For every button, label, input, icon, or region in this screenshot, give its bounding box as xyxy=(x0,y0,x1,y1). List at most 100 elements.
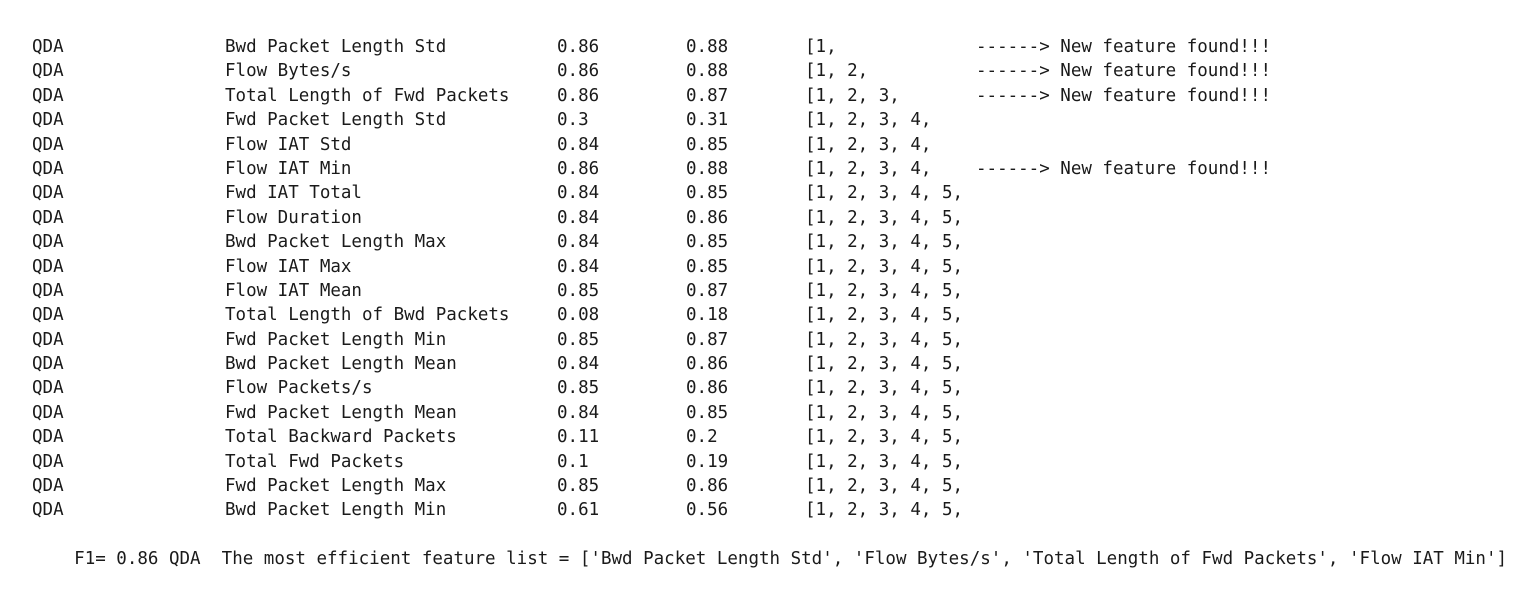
feature-name-cell: Bwd Packet Length Min xyxy=(225,500,447,521)
score-2-cell: 0.18 xyxy=(686,305,729,326)
score-2-cell: 0.85 xyxy=(686,232,729,253)
result-row: QDA Flow Bytes/s 0.86 0.88 [1, 2, ------> New… xyxy=(32,59,1522,83)
result-rows: QDA Bwd Packet Length Std 0.86 0.88 [1, -----… xyxy=(32,35,1522,523)
score-1-cell: 0.11 xyxy=(557,427,600,448)
console-output: QDA Bwd Packet Length Std 0.86 0.88 [1, -----… xyxy=(32,35,1522,569)
feature-index-list-cell: [1, 2, 3, 4, 5, xyxy=(805,329,964,350)
feature-name-cell: Flow IAT Max xyxy=(225,256,352,277)
score-2-cell: 0.88 xyxy=(686,158,729,179)
result-row: QDA Flow IAT Std 0.84 0.85 [1, 2, 3, 4, xyxy=(32,133,1522,157)
feature-name-cell: Fwd IAT Total xyxy=(225,183,362,204)
result-row: QDA Bwd Packet Length Mean 0.84 0.86 [1, 2, … xyxy=(32,352,1522,376)
score-2-cell: 0.85 xyxy=(686,256,729,277)
feature-index-list-cell: [1, 2, 3, 4, 5, xyxy=(805,232,964,253)
result-row: QDA Total Length of Bwd Packets 0.08 0.18 [1… xyxy=(32,303,1522,327)
summary-line: F1= 0.86 QDA The most efficient feature … xyxy=(32,523,1522,569)
score-2-cell: 0.86 xyxy=(686,378,729,399)
score-2-cell: 0.85 xyxy=(686,402,729,423)
feature-name-cell: Total Backward Packets xyxy=(225,427,457,448)
score-1-cell: 0.1 xyxy=(557,451,589,472)
feature-index-list-cell: [1, 2, 3, 4, 5, xyxy=(805,280,964,301)
feature-name-cell: Bwd Packet Length Max xyxy=(225,232,447,253)
result-row: QDA Bwd Packet Length Max 0.84 0.85 [1, 2, 3… xyxy=(32,230,1522,254)
score-2-cell: 0.85 xyxy=(686,183,729,204)
score-1-cell: 0.86 xyxy=(557,61,600,82)
feature-index-list-cell: [1, 2, xyxy=(805,61,869,82)
feature-index-list-cell: [1, 2, 3, 4, xyxy=(805,110,932,131)
model-cell: QDA xyxy=(32,305,64,326)
result-row: QDA Flow IAT Max 0.84 0.85 [1, 2, 3, 4, 5, xyxy=(32,255,1522,279)
score-2-cell: 0.19 xyxy=(686,451,729,472)
model-cell: QDA xyxy=(32,110,64,131)
feature-index-list-cell: [1, 2, 3, 4, 5, xyxy=(805,500,964,521)
feature-index-list-cell: [1, 2, 3, 4, 5, xyxy=(805,183,964,204)
summary-text: F1= 0.86 QDA The most efficient feature … xyxy=(74,549,1508,570)
score-2-cell: 0.88 xyxy=(686,37,729,57)
feature-index-list-cell: [1, 2, 3, 4, 5, xyxy=(805,354,964,375)
model-cell: QDA xyxy=(32,500,64,521)
score-1-cell: 0.3 xyxy=(557,110,589,131)
score-2-cell: 0.85 xyxy=(686,134,729,155)
result-row: QDA Fwd Packet Length Std 0.3 0.31 [1, 2, 3,… xyxy=(32,108,1522,132)
feature-index-list-cell: [1, xyxy=(805,37,837,57)
result-row: QDA Bwd Packet Length Min 0.61 0.56 [1, 2, 3… xyxy=(32,498,1522,522)
score-1-cell: 0.84 xyxy=(557,183,600,204)
result-row: QDA Fwd Packet Length Mean 0.84 0.85 [1, 2, … xyxy=(32,401,1522,425)
feature-name-cell: Bwd Packet Length Std xyxy=(225,37,447,57)
result-row: QDA Flow Packets/s 0.85 0.86 [1, 2, 3, 4, 5, xyxy=(32,376,1522,400)
new-feature-note: ------> New feature found!!! xyxy=(976,61,1272,82)
feature-index-list-cell: [1, 2, 3, 4, 5, xyxy=(805,476,964,497)
feature-name-cell: Flow IAT Mean xyxy=(225,280,362,301)
feature-index-list-cell: [1, 2, 3, 4, 5, xyxy=(805,427,964,448)
new-feature-note: ------> New feature found!!! xyxy=(976,158,1272,179)
feature-name-cell: Total Fwd Packets xyxy=(225,451,405,472)
feature-name-cell: Fwd Packet Length Min xyxy=(225,329,447,350)
score-2-cell: 0.86 xyxy=(686,476,729,497)
score-2-cell: 0.87 xyxy=(686,329,729,350)
score-1-cell: 0.85 xyxy=(557,280,600,301)
model-cell: QDA xyxy=(32,378,64,399)
result-row: QDA Total Length of Fwd Packets 0.86 0.87 [1… xyxy=(32,84,1522,108)
score-2-cell: 0.86 xyxy=(686,207,729,228)
score-1-cell: 0.84 xyxy=(557,402,600,423)
score-2-cell: 0.2 xyxy=(686,427,718,448)
model-cell: QDA xyxy=(32,280,64,301)
model-cell: QDA xyxy=(32,329,64,350)
new-feature-note: ------> New feature found!!! xyxy=(976,37,1272,57)
feature-name-cell: Total Length of Bwd Packets xyxy=(225,305,510,326)
score-2-cell: 0.87 xyxy=(686,280,729,301)
result-row: QDA Total Backward Packets 0.11 0.2 [1, 2, 3… xyxy=(32,425,1522,449)
feature-index-list-cell: [1, 2, 3, 4, xyxy=(805,134,932,155)
score-2-cell: 0.88 xyxy=(686,61,729,82)
model-cell: QDA xyxy=(32,402,64,423)
model-cell: QDA xyxy=(32,354,64,375)
model-cell: QDA xyxy=(32,451,64,472)
model-cell: QDA xyxy=(32,256,64,277)
score-1-cell: 0.86 xyxy=(557,158,600,179)
model-cell: QDA xyxy=(32,134,64,155)
feature-name-cell: Flow Packets/s xyxy=(225,378,373,399)
model-cell: QDA xyxy=(32,427,64,448)
model-cell: QDA xyxy=(32,61,64,82)
feature-index-list-cell: [1, 2, 3, 4, 5, xyxy=(805,305,964,326)
score-1-cell: 0.08 xyxy=(557,305,600,326)
feature-name-cell: Flow Bytes/s xyxy=(225,61,352,82)
score-1-cell: 0.84 xyxy=(557,354,600,375)
model-cell: QDA xyxy=(32,232,64,253)
model-cell: QDA xyxy=(32,207,64,228)
score-2-cell: 0.86 xyxy=(686,354,729,375)
score-1-cell: 0.85 xyxy=(557,378,600,399)
result-row: QDA Flow IAT Mean 0.85 0.87 [1, 2, 3, 4, 5, xyxy=(32,279,1522,303)
result-row: QDA Bwd Packet Length Std 0.86 0.88 [1, -----… xyxy=(32,35,1522,59)
feature-name-cell: Bwd Packet Length Mean xyxy=(225,354,457,375)
feature-name-cell: Flow Duration xyxy=(225,207,362,228)
score-1-cell: 0.61 xyxy=(557,500,600,521)
score-1-cell: 0.85 xyxy=(557,476,600,497)
result-row: QDA Fwd IAT Total 0.84 0.85 [1, 2, 3, 4, 5, xyxy=(32,181,1522,205)
result-row: QDA Flow IAT Min 0.86 0.88 [1, 2, 3, 4, -----… xyxy=(32,157,1522,181)
score-1-cell: 0.85 xyxy=(557,329,600,350)
model-cell: QDA xyxy=(32,476,64,497)
feature-index-list-cell: [1, 2, 3, xyxy=(805,85,900,106)
feature-index-list-cell: [1, 2, 3, 4, 5, xyxy=(805,451,964,472)
feature-index-list-cell: [1, 2, 3, 4, 5, xyxy=(805,256,964,277)
